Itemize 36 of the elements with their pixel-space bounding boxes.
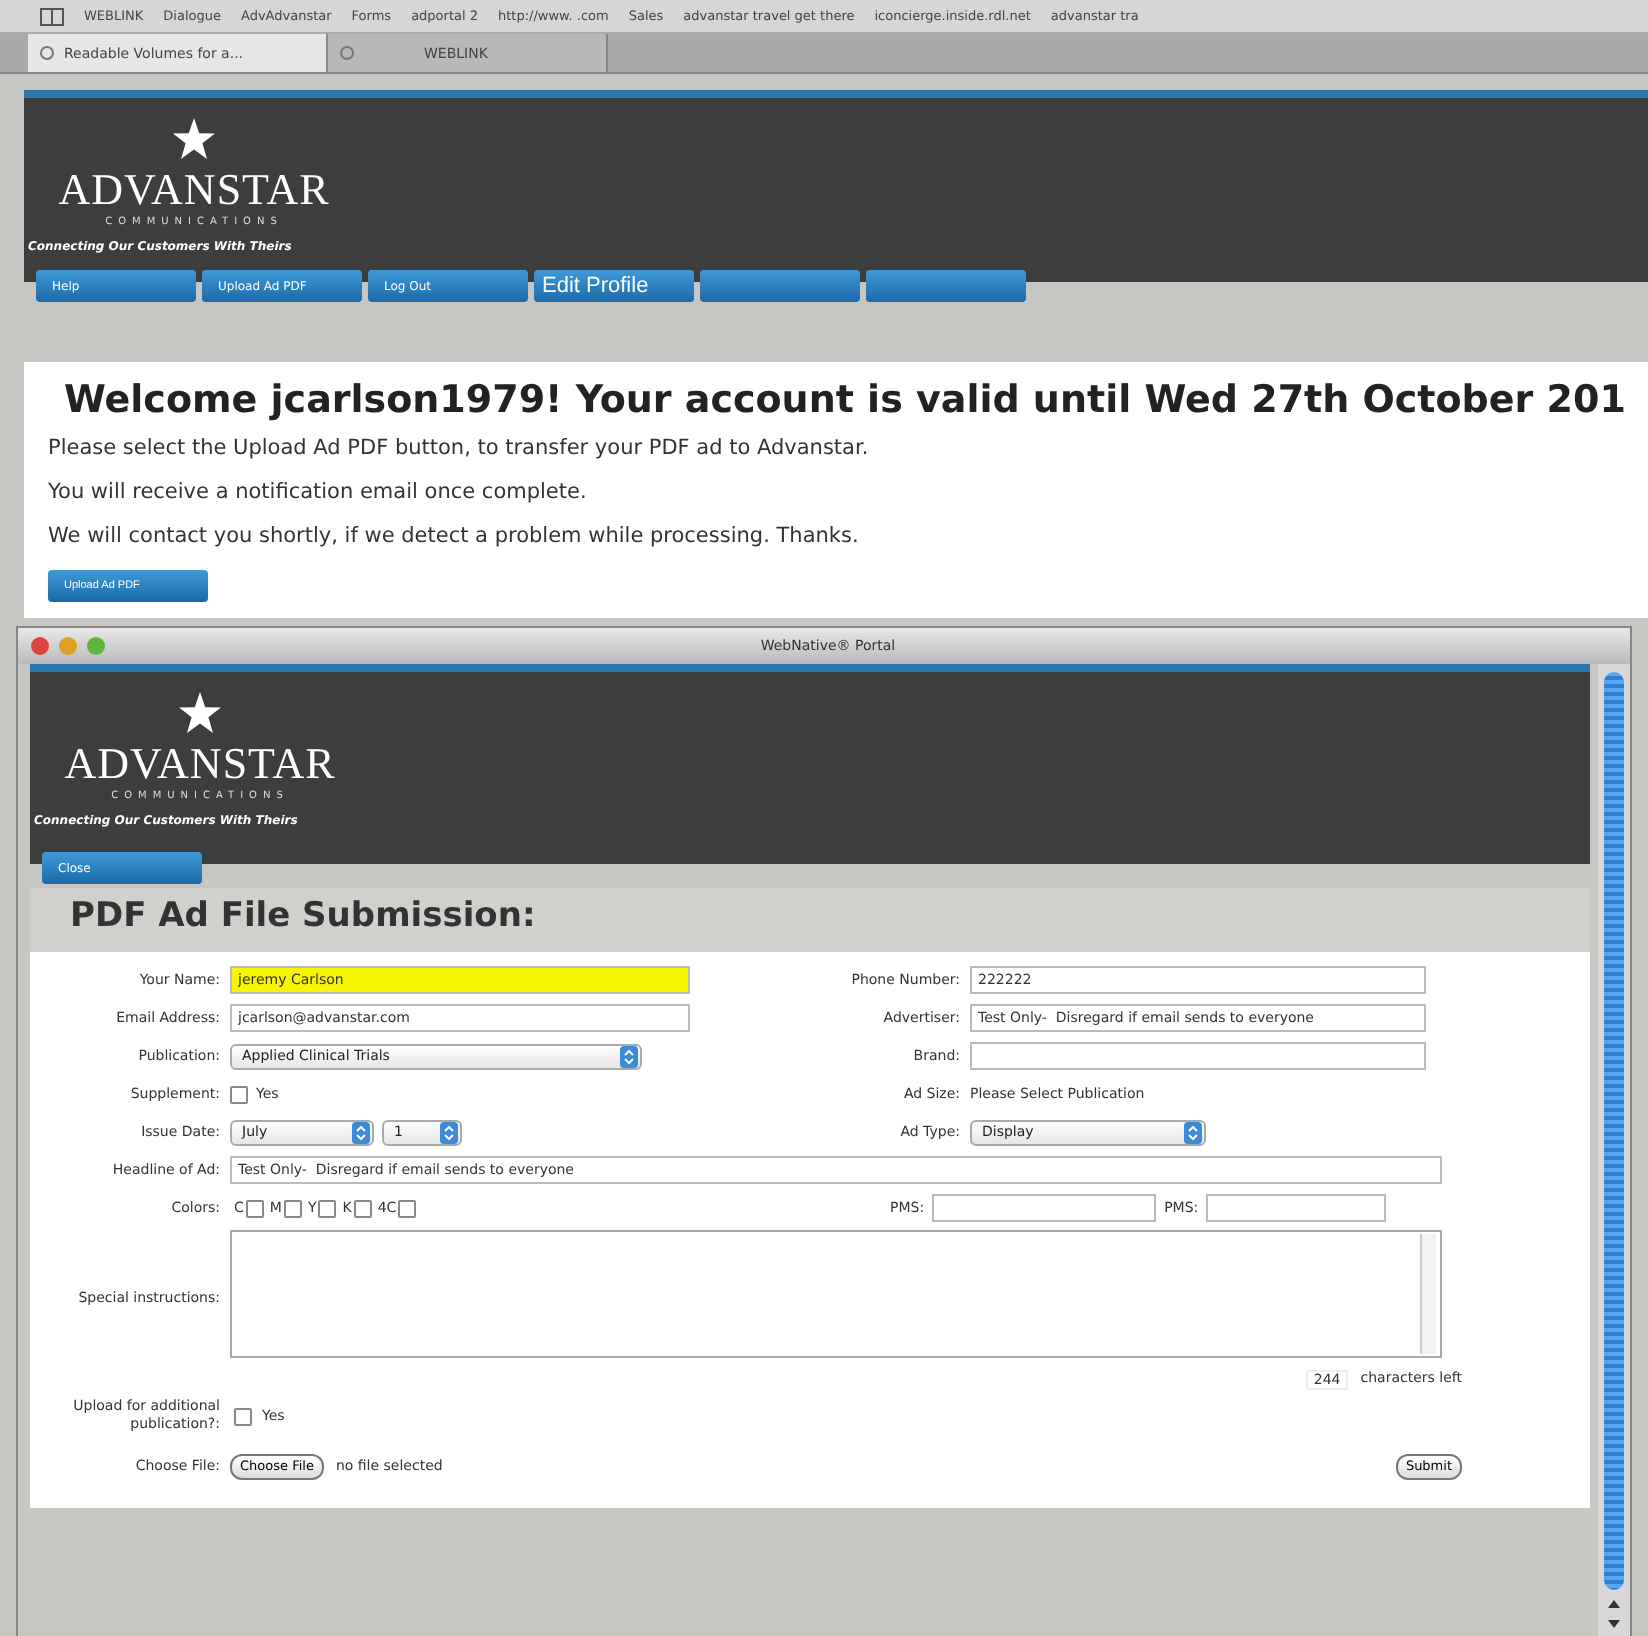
stepper-icon	[1184, 1121, 1202, 1143]
text-area[interactable]	[230, 1230, 1442, 1358]
instruction-text: Please select the Upload Ad PDF button, to transfer your PDF ad to Advanstar.	[48, 434, 871, 464]
checkbox[interactable]	[353, 1199, 372, 1217]
welcome-heading: Welcome jcarlson1979! Your account is valid until Wed 27th October 201	[62, 376, 1628, 426]
stepper-icon	[440, 1121, 458, 1143]
nav-button[interactable]: Edit Profile	[534, 270, 694, 302]
instruction-text: You will receive a notification email once complete.	[48, 478, 589, 508]
checkbox[interactable]	[234, 1407, 252, 1425]
scrollbar	[1420, 1234, 1436, 1354]
nav-button[interactable]	[866, 270, 1026, 302]
nav-button[interactable]	[700, 270, 860, 302]
minimize-icon	[58, 636, 78, 656]
checkbox[interactable]	[245, 1199, 264, 1217]
page-icon	[340, 46, 354, 60]
star-icon	[178, 692, 222, 734]
page-heading: PDF Ad File Submission:	[30, 888, 1590, 952]
close-icon	[30, 636, 50, 656]
stepper-icon	[620, 1045, 638, 1067]
scroll-thumb[interactable]	[1604, 672, 1624, 1590]
scroll-arrows-icon	[1604, 1596, 1624, 1632]
input-field[interactable]	[932, 1194, 1157, 1222]
bookmarks-icon	[40, 7, 64, 25]
checkbox[interactable]	[398, 1199, 417, 1217]
checkbox[interactable]	[230, 1085, 248, 1103]
page-icon	[40, 46, 54, 60]
input-field[interactable]	[1206, 1194, 1387, 1222]
zoom-icon	[86, 636, 106, 656]
input-field[interactable]	[970, 1042, 1426, 1070]
instruction-text: We will contact you shortly, if we detect a problem while processing. Thanks.	[48, 522, 861, 552]
logo-text: ADVANSTAR	[58, 166, 330, 214]
logo-text: ADVANSTAR	[64, 740, 336, 788]
stepper-icon	[352, 1121, 370, 1143]
star-icon	[172, 118, 216, 160]
checkbox[interactable]	[318, 1199, 337, 1217]
checkbox[interactable]	[283, 1199, 302, 1217]
